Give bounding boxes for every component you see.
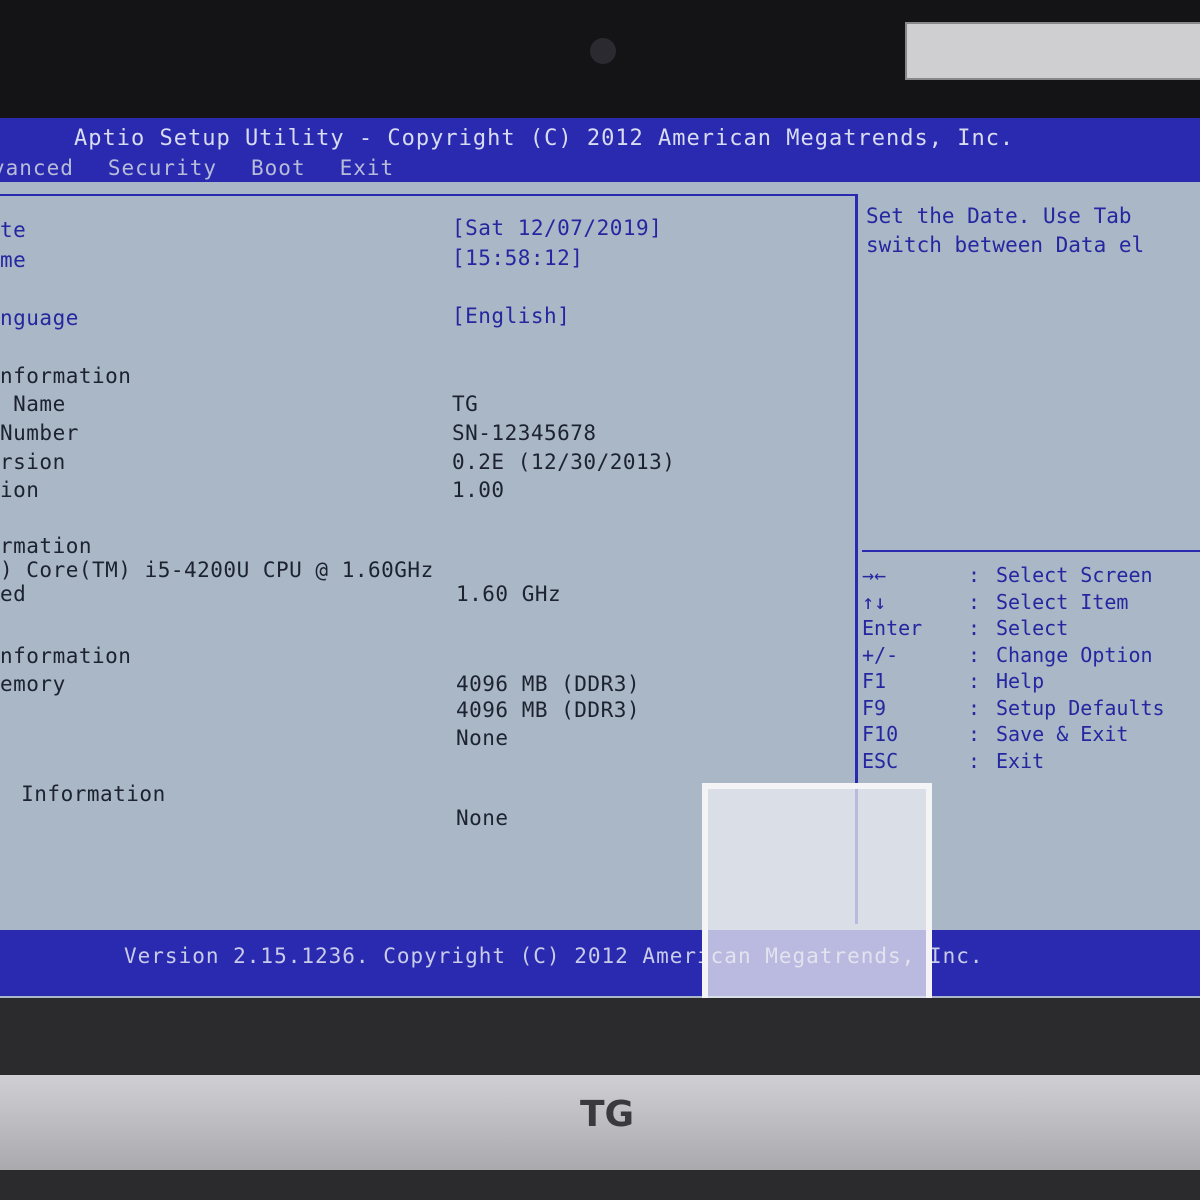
key-name: +/- xyxy=(862,642,899,667)
key-description: Exit xyxy=(996,748,1045,773)
setting-label: nformation xyxy=(0,364,132,388)
setting-value: 0.2E (12/30/2013) xyxy=(452,450,676,474)
setting-value: None xyxy=(456,726,509,750)
tab-exit[interactable]: Exit xyxy=(340,156,395,180)
bios-screen: Aptio Setup Utility - Copyright (C) 2012… xyxy=(0,118,1200,1013)
bios-title: Aptio Setup Utility - Copyright (C) 2012… xyxy=(74,126,1015,151)
setting-label: Name xyxy=(0,392,66,416)
key-description: Save & Exit xyxy=(996,722,1129,746)
setting-label: Information xyxy=(8,782,166,806)
bios-menu-bar: vanced Security Boot Exit xyxy=(0,156,394,180)
setting-value[interactable]: [Sat 12/07/2019] xyxy=(452,216,662,240)
key-legend-row: +/-: Change Option xyxy=(862,643,1165,670)
setting-label: nformation xyxy=(0,644,132,668)
key-legend-row: →←: Select Screen xyxy=(862,563,1165,590)
setting-label: rmation xyxy=(0,534,93,558)
bios-header: Aptio Setup Utility - Copyright (C) 2012… xyxy=(0,118,1200,182)
webcam xyxy=(590,38,616,64)
setting-value: 1.00 xyxy=(452,478,505,502)
key-legend-row: ESC: Exit xyxy=(862,749,1165,776)
setting-label: ) Core(TM) i5-4200U CPU @ 1.60GHz xyxy=(0,558,434,582)
setting-label: rsion xyxy=(0,450,66,474)
key-legend-row: F10: Save & Exit xyxy=(862,722,1165,749)
setting-value: None xyxy=(456,806,509,830)
key-name: F10 xyxy=(862,722,899,746)
key-description: Select Screen xyxy=(996,563,1153,587)
separator: : xyxy=(968,642,981,667)
key-name: ↑↓ xyxy=(862,589,887,614)
setting-label: ed xyxy=(0,582,27,606)
setting-label: ion xyxy=(0,478,40,502)
key-description: Select xyxy=(996,616,1069,640)
setting-value[interactable]: [English] xyxy=(452,304,570,328)
separator: : xyxy=(968,722,981,746)
key-description: Change Option xyxy=(996,642,1153,667)
key-legend-row: ↑↓: Select Item xyxy=(862,590,1165,617)
help-text: Set the Date. Use Tab switch between Dat… xyxy=(866,204,1145,257)
separator: : xyxy=(968,616,981,640)
setting-value[interactable]: [15:58:12] xyxy=(452,246,583,270)
bios-footer: Version 2.15.1236. Copyright (C) 2012 Am… xyxy=(0,930,1200,996)
separator: : xyxy=(968,748,981,773)
setting-label[interactable]: te xyxy=(0,218,26,242)
key-legend-row: F9: Setup Defaults xyxy=(862,696,1165,723)
tab-security[interactable]: Security xyxy=(108,156,217,180)
setting-value: 4096 MB (DDR3) xyxy=(456,698,641,722)
separator: : xyxy=(968,695,981,720)
key-description: Help xyxy=(996,669,1045,693)
key-description: Setup Defaults xyxy=(996,695,1165,720)
key-legend: →←: Select Screen ↑↓: Select Item Enter: Sele… xyxy=(862,563,1165,775)
screen-reflection xyxy=(702,783,932,1013)
setting-label: emory xyxy=(0,672,66,696)
setting-label[interactable]: me xyxy=(0,248,26,272)
separator: : xyxy=(968,669,981,693)
separator: : xyxy=(968,589,981,614)
tab-advanced[interactable]: vanced xyxy=(0,156,74,180)
setting-label: Number xyxy=(0,421,79,445)
brand-logo: TG xyxy=(580,1094,635,1135)
setting-label[interactable]: nguage xyxy=(0,306,79,330)
key-name: F1 xyxy=(862,669,887,693)
setting-value: SN-12345678 xyxy=(452,421,597,445)
separator: : xyxy=(968,563,981,587)
key-name: F9 xyxy=(862,695,887,720)
key-legend-row: Enter: Select xyxy=(862,616,1165,643)
key-name: ESC xyxy=(862,748,899,773)
help-divider xyxy=(862,550,1200,552)
tab-boot[interactable]: Boot xyxy=(251,156,306,180)
key-name: →← xyxy=(862,563,887,587)
setting-value: 1.60 GHz xyxy=(456,582,562,606)
key-description: Select Item xyxy=(996,589,1129,614)
setting-value: 4096 MB (DDR3) xyxy=(456,672,641,696)
setting-value: TG xyxy=(452,392,479,416)
key-legend-row: F1: Help xyxy=(862,669,1165,696)
blurred-sticker xyxy=(905,22,1200,80)
laptop-bezel-top xyxy=(0,0,1200,120)
key-name: Enter xyxy=(862,616,923,640)
